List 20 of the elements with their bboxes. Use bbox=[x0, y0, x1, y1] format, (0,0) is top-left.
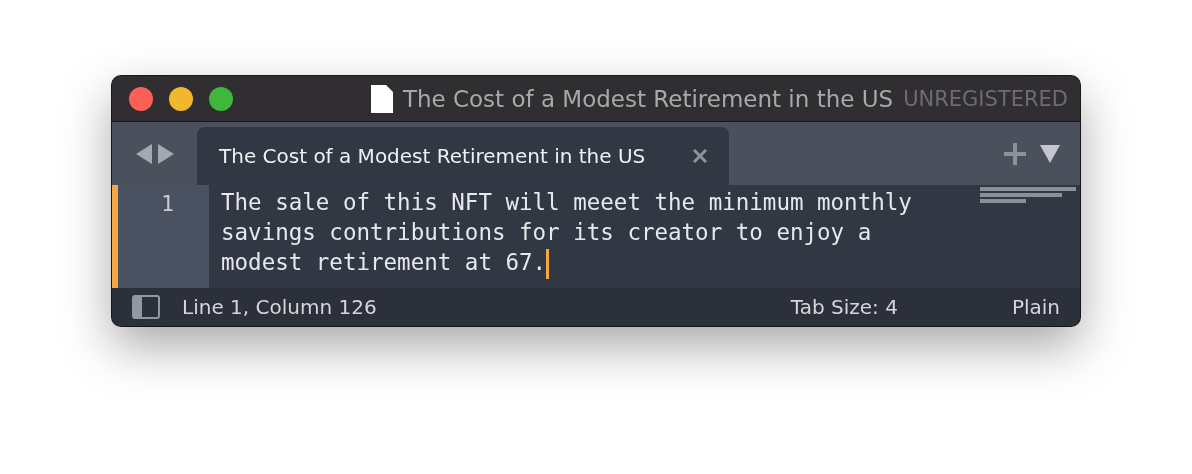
tab-size[interactable]: Tab Size: 4 bbox=[790, 295, 898, 319]
close-button[interactable] bbox=[129, 86, 153, 111]
tab-label: The Cost of a Modest Retirement in the US bbox=[219, 144, 646, 168]
dropdown-icon[interactable] bbox=[1040, 144, 1060, 163]
window-title: The Cost of a Modest Retirement in the US bbox=[402, 85, 894, 112]
cursor-position[interactable]: Line 1, Column 126 bbox=[182, 295, 377, 319]
forward-icon[interactable] bbox=[157, 143, 174, 164]
close-icon[interactable] bbox=[693, 149, 707, 163]
text-cursor bbox=[546, 249, 550, 279]
registration-label: UNREGISTERED bbox=[903, 86, 1068, 111]
syntax-mode[interactable]: Plain bbox=[1011, 295, 1060, 319]
file-tab[interactable]: The Cost of a Modest Retirement in the US bbox=[197, 127, 729, 185]
plus-icon[interactable] bbox=[1004, 142, 1026, 165]
back-icon[interactable] bbox=[135, 143, 152, 164]
zoom-button[interactable] bbox=[209, 86, 233, 111]
line-number: 1 bbox=[161, 191, 174, 218]
sidebar-toggle-icon[interactable] bbox=[132, 295, 160, 319]
minimize-button[interactable] bbox=[169, 86, 193, 111]
code-text: The sale of this NFT will meeet the minimum monthly savings contributions for its creator to enjoy a modest retirement at 67. bbox=[209, 185, 926, 288]
document-icon bbox=[370, 84, 393, 113]
